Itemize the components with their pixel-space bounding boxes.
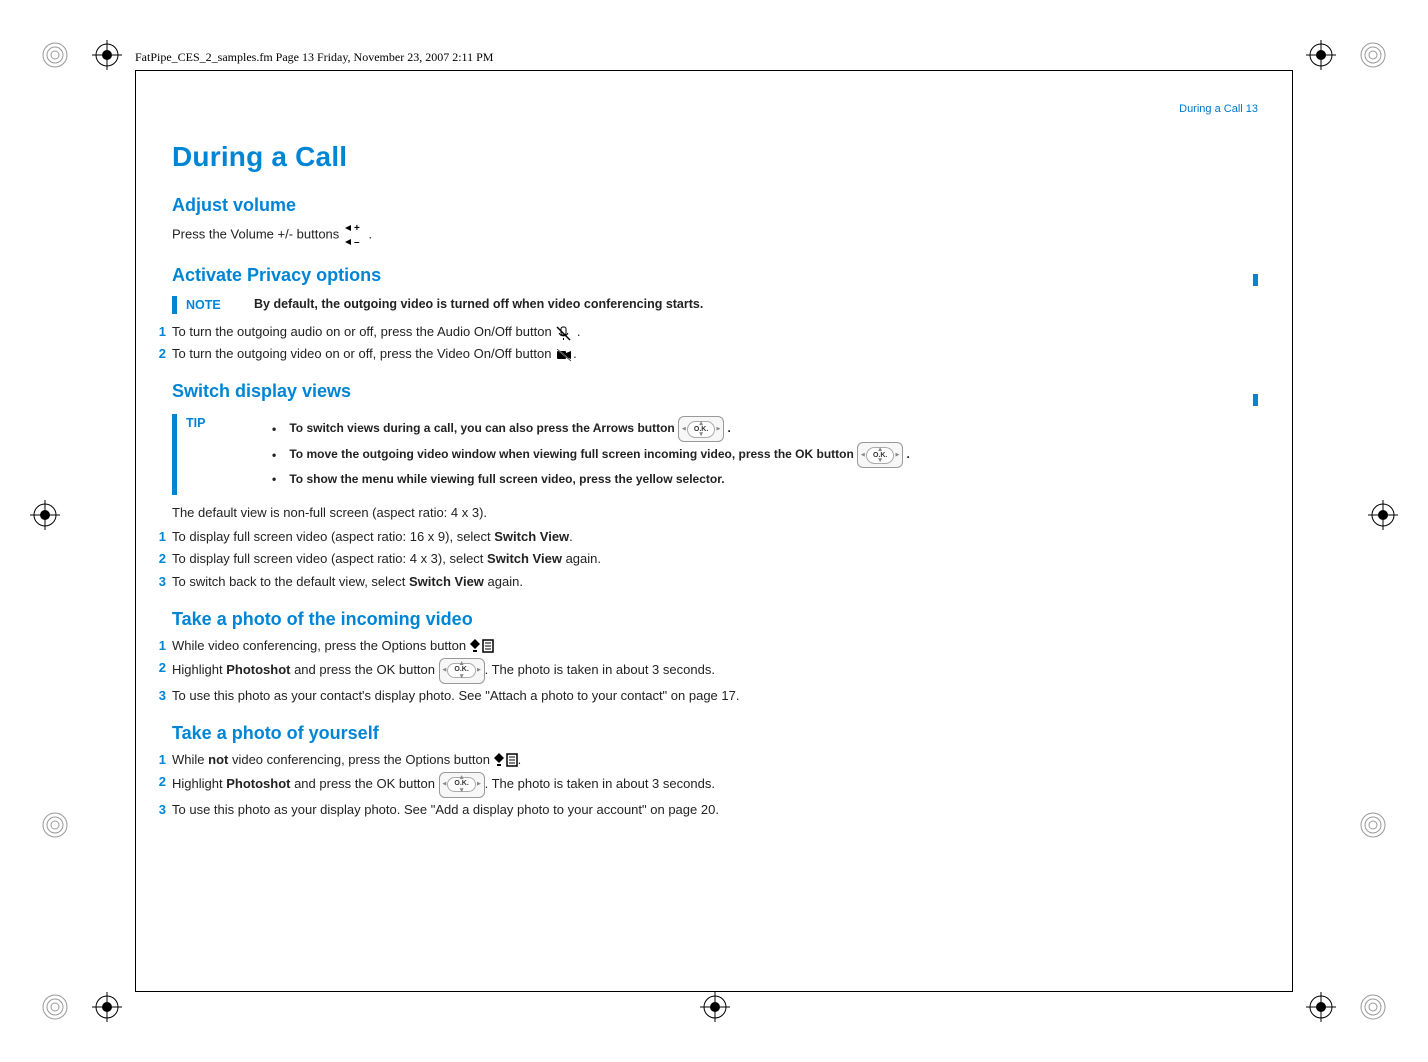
options-button-icon [494,753,518,767]
step-number: 1 [150,527,166,547]
volume-buttons-icon: +– [343,222,365,248]
crop-register-bc [700,992,730,1022]
crop-register-ml [30,500,60,530]
switch-view-steps: 1 To display full screen video (aspect r… [172,527,1052,591]
list-item: 2 Highlight Photoshot and press the OK b… [172,772,1052,798]
tip-item: To show the menu while viewing full scre… [272,468,1052,491]
list-item: 2 Highlight Photoshot and press the OK b… [172,658,1052,684]
step-text: To turn the outgoing video on or off, pr… [172,346,551,361]
list-item: 1 To display full screen video (aspect r… [172,527,1052,547]
photo-self-steps: 1 While not video conferencing, press th… [172,750,1052,820]
svg-text:+: + [354,223,360,234]
step-text: To display full screen video (aspect rat… [172,529,573,544]
step-text: To use this photo as your contact's disp… [172,688,739,703]
tip-bar-icon [172,414,177,495]
page-content: During a Call Adjust volume Press the Vo… [172,135,1052,826]
step-number: 2 [150,549,166,569]
page-title: During a Call [172,135,1052,178]
note-body: By default, the outgoing video is turned… [254,296,1052,314]
tip-text: To move the outgoing video window when v… [289,448,853,462]
step-text: While not video conferencing, press the … [172,752,521,767]
default-view-text: The default view is non-full screen (asp… [172,503,1052,523]
list-item: 1 While not video conferencing, press th… [172,750,1052,770]
svg-text:–: – [354,237,360,248]
step-text: Highlight Photoshot and press the OK but… [172,662,715,677]
crop-register-tr [1306,40,1336,70]
step-number: 3 [150,572,166,592]
crop-ring-bl [40,992,70,1022]
crop-ring-br [1358,992,1388,1022]
crop-ring-tr [1358,40,1388,70]
options-button-icon [470,639,494,653]
list-item: 1 To turn the outgoing audio on or off, … [172,322,1052,342]
document-header: FatPipe_CES_2_samples.fm Page 13 Friday,… [135,50,493,65]
adjust-volume-text: Press the Volume +/- buttons +– . [172,222,1052,248]
crop-ring-mrb [1358,810,1388,840]
tip-text: To switch views during a call, you can a… [289,422,674,436]
step-text: To turn the outgoing audio on or off, pr… [172,324,552,339]
heading-privacy-options: Activate Privacy options [172,262,1052,290]
camera-off-icon [555,347,573,363]
crop-ring-mlb [40,810,70,840]
step-number: 2 [150,772,166,792]
step-number: 1 [150,322,166,342]
step-number: 2 [150,658,166,678]
tip-label: TIP [186,414,205,433]
step-number: 1 [150,750,166,770]
note-bar-icon [172,296,177,314]
arrows-button-icon: ▴▾◂▸ [678,416,724,442]
note-label: NOTE [186,296,221,315]
ok-button-icon: ▴▾◂▸ [439,772,485,798]
tip-text: To show the menu while viewing full scre… [289,472,724,486]
list-item: 2 To turn the outgoing video on or off, … [172,344,1052,364]
list-item: 3 To switch back to the default view, se… [172,572,1052,592]
crop-register-bl [92,992,122,1022]
list-item: 3 To use this photo as your contact's di… [172,686,1052,706]
adjust-volume-label: Press the Volume +/- buttons [172,227,339,242]
crop-register-br [1306,992,1336,1022]
photo-incoming-steps: 1 While video conferencing, press the Op… [172,636,1052,706]
privacy-steps: 1 To turn the outgoing audio on or off, … [172,322,1052,364]
step-text: While video conferencing, press the Opti… [172,638,494,653]
list-item: 1 While video conferencing, press the Op… [172,636,1052,656]
crop-register-tl [92,40,122,70]
ok-button-icon: ▴▾◂▸ [857,442,903,468]
step-number: 2 [150,344,166,364]
step-number: 1 [150,636,166,656]
step-text: To use this photo as your display photo.… [172,802,719,817]
crop-ring-tl [40,40,70,70]
tip-item: To move the outgoing video window when v… [272,442,1052,468]
step-number: 3 [150,686,166,706]
step-text: To display full screen video (aspect rat… [172,551,601,566]
ok-button-icon: ▴▾◂▸ [439,658,485,684]
heading-switch-views: Switch display views [172,378,1052,406]
list-item: 3 To use this photo as your display phot… [172,800,1052,820]
step-number: 3 [150,800,166,820]
heading-photo-self: Take a photo of yourself [172,720,1052,748]
section-marker-icon [1253,274,1258,286]
step-text: Highlight Photoshot and press the OK but… [172,776,715,791]
mic-off-icon [555,325,573,341]
running-header: During a Call 13 [1179,103,1258,115]
step-text: To switch back to the default view, sele… [172,574,523,589]
heading-adjust-volume: Adjust volume [172,192,1052,220]
list-item: 2 To display full screen video (aspect r… [172,549,1052,569]
section-marker-icon [1253,394,1258,406]
heading-photo-incoming: Take a photo of the incoming video [172,606,1052,634]
crop-register-mr [1368,500,1398,530]
tip-item: To switch views during a call, you can a… [272,416,1052,442]
